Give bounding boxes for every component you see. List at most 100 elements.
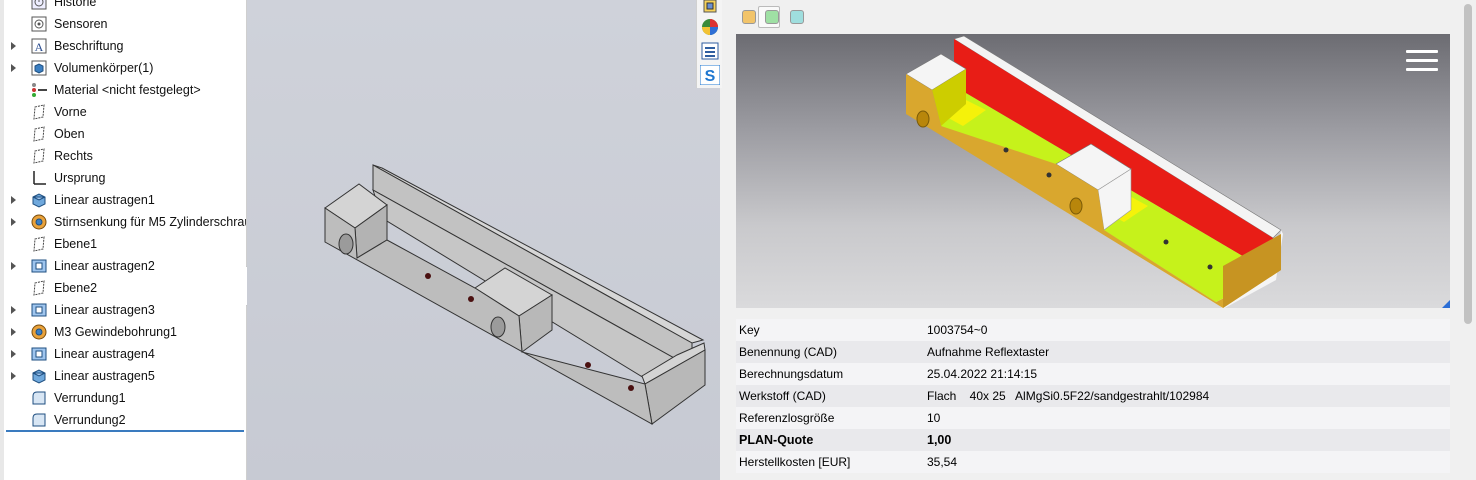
tree-item-historie[interactable]: Historie (0, 0, 246, 13)
cost-calculation-panel: Key 1003754~0 Benennung (CAD) Aufnahme Refl… (722, 0, 1476, 480)
tree-item-label: Verrundung2 (54, 413, 126, 427)
part-thread-hole-1 (425, 273, 431, 279)
preview-menu-icon[interactable] (1406, 50, 1438, 72)
material-icon (31, 82, 47, 98)
tree-item-label: Ebene1 (54, 237, 98, 251)
tree-item-label: Ursprung (54, 171, 106, 185)
color-swatch-orange[interactable] (742, 10, 756, 24)
tree-item-ursprung[interactable]: Ursprung (0, 167, 246, 189)
property-value: 25.04.2022 21:14:15 (927, 367, 1038, 381)
tree-item-ebene2[interactable]: Ebene2 (0, 277, 246, 299)
expand-caret-icon[interactable] (11, 350, 16, 358)
property-row: PLAN-Quote 1,00 (736, 429, 1450, 451)
tree-item-label: Linear austragen1 (54, 193, 155, 207)
preview-thread-hole-2 (1046, 172, 1052, 178)
property-key: Berechnungsdatum (739, 367, 844, 381)
plane-icon (31, 126, 47, 142)
part-thread-hole-4 (628, 385, 634, 391)
expand-caret-icon[interactable] (11, 64, 16, 72)
property-key: Herstellkosten [EUR] (739, 455, 851, 469)
preview-side-hole-2 (1069, 197, 1083, 215)
hole-wizard-icon (31, 324, 47, 340)
tree-item-label: Material <nicht festgelegt> (54, 83, 201, 97)
analysis-preview-view[interactable] (736, 34, 1450, 308)
property-key: Werkstoff (CAD) (739, 389, 826, 403)
expand-caret-icon[interactable] (11, 262, 16, 270)
tree-item-verrundung1[interactable]: Verrundung1 (0, 387, 246, 409)
preview-side-hole-1 (916, 110, 930, 128)
preview-thread-hole-1 (1003, 147, 1009, 153)
properties-table: Key 1003754~0 Benennung (CAD) Aufnahme Refl… (736, 319, 1450, 473)
plane-icon (31, 104, 47, 120)
tree-item-label: Beschriftung (54, 39, 124, 53)
color-swatch-green[interactable] (765, 10, 779, 24)
part-model-view (324, 164, 706, 425)
tree-item-label: Linear austragen3 (54, 303, 155, 317)
tree-item-label: Ebene2 (54, 281, 98, 295)
history-icon (31, 0, 47, 10)
tree-item-sensoren[interactable]: Sensoren (0, 13, 246, 35)
feature-tree: Historie Sensoren A Beschriftung Volumenkörp… (0, 0, 247, 480)
property-row: Key 1003754~0 (736, 319, 1450, 341)
expand-caret-icon[interactable] (11, 306, 16, 314)
plane-icon (31, 280, 47, 296)
tree-item-label: M3 Gewindebohrung1 (54, 325, 177, 339)
tree-item-ebene1[interactable]: Ebene1 (0, 233, 246, 255)
tree-item-volumenk-rper-1[interactable]: Volumenkörper(1) (0, 57, 246, 79)
property-key: Referenzlosgröße (739, 411, 835, 425)
tree-item-m3-gewindebohrung1[interactable]: M3 Gewindebohrung1 (0, 321, 246, 343)
tree-item-linear-austragen3[interactable]: Linear austragen3 (0, 299, 246, 321)
graphics-viewport[interactable] (247, 0, 720, 480)
expand-caret-icon[interactable] (11, 328, 16, 336)
tree-item-linear-austragen2[interactable]: Linear austragen2 (0, 255, 246, 277)
tree-item-label: Volumenkörper(1) (54, 61, 154, 75)
tree-item-label: Linear austragen5 (54, 369, 155, 383)
expand-caret-icon[interactable] (11, 42, 16, 50)
origin-icon (31, 170, 47, 186)
tree-item-linear-austragen5[interactable]: Linear austragen5 (0, 365, 246, 387)
assembly-icon[interactable] (700, 0, 720, 16)
appearance-icon[interactable] (700, 17, 720, 37)
tree-item-stirnsenkung-f-r-m5-zylinderschraul[interactable]: Stirnsenkung für M5 Zylinderschraul (0, 211, 246, 233)
part-thread-hole-2 (468, 296, 474, 302)
expand-caret-icon[interactable] (11, 196, 16, 204)
preview-resize-handle[interactable] (1442, 300, 1450, 308)
tree-item-verrundung2[interactable]: Verrundung2 (0, 409, 246, 431)
property-row: Benennung (CAD) Aufnahme Reflextaster (736, 341, 1450, 363)
property-key: Key (739, 323, 760, 337)
extrude-icon (31, 368, 47, 384)
plugin-s-icon[interactable]: S (700, 65, 720, 85)
expand-caret-icon[interactable] (11, 372, 16, 380)
property-value: 10 (927, 411, 941, 425)
property-row: Herstellkosten [EUR] 35,54 (736, 451, 1450, 473)
extrude-icon (31, 192, 47, 208)
tree-item-linear-austragen1[interactable]: Linear austragen1 (0, 189, 246, 211)
tree-item-linear-austragen4[interactable]: Linear austragen4 (0, 343, 246, 365)
part-side-hole-1 (338, 233, 354, 255)
tree-item-beschriftung[interactable]: A Beschriftung (0, 35, 246, 57)
properties-icon[interactable] (700, 41, 720, 61)
scrollbar-thumb[interactable] (1464, 4, 1472, 324)
color-swatch-cyan[interactable] (790, 10, 804, 24)
property-value: Aufnahme Reflextaster (927, 345, 1050, 359)
tree-item-label: Linear austragen4 (54, 347, 155, 361)
tree-item-label: Historie (54, 0, 97, 9)
expand-caret-icon[interactable] (11, 218, 16, 226)
property-value: Flach 40x 25 AlMgSi0.5F22/sandgestrahlt/… (927, 389, 1210, 403)
svg-text:A: A (35, 40, 44, 54)
tree-item-material-nicht-festgelegt[interactable]: Material <nicht festgelegt> (0, 79, 246, 101)
fillet-icon (31, 412, 47, 428)
cut-extrude-icon (31, 302, 47, 318)
property-key: PLAN-Quote (739, 433, 814, 447)
tree-item-vorne[interactable]: Vorne (0, 101, 246, 123)
cut-extrude-icon (31, 258, 47, 274)
cut-extrude-icon (31, 346, 47, 362)
part-thread-hole-3 (585, 362, 591, 368)
tree-item-rechts[interactable]: Rechts (0, 145, 246, 167)
tree-item-label: Stirnsenkung für M5 Zylinderschraul (54, 215, 247, 229)
tree-item-oben[interactable]: Oben (0, 123, 246, 145)
tree-item-label: Oben (54, 127, 85, 141)
panel-scrollbar[interactable] (1462, 0, 1474, 480)
tree-rollback-bar[interactable] (6, 430, 244, 432)
preview-thread-hole-4 (1207, 264, 1213, 270)
